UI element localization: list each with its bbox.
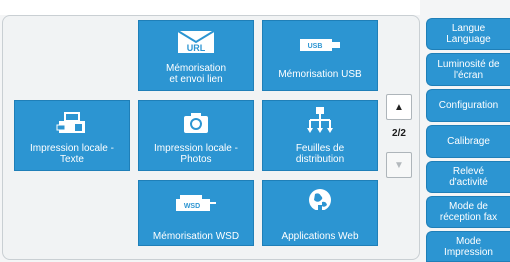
usb-drive-icon: USB	[300, 39, 340, 51]
page-down-button[interactable]: ▼	[386, 152, 412, 178]
tile-feuilles-distribution[interactable]: Feuilles de distribution	[262, 100, 378, 171]
envelope-url-icon: URL	[177, 30, 215, 53]
tile-label: Mémorisation USB	[278, 69, 362, 80]
tile-label: Applications Web	[281, 231, 359, 242]
sidebar-mode-impression[interactable]: Mode Impression	[426, 231, 510, 262]
printer-text-icon	[56, 112, 85, 133]
tile-applications-web[interactable]: Applications Web	[262, 180, 378, 246]
sidebar-calibrage[interactable]: Calibrage	[426, 125, 510, 158]
sidebar-configuration[interactable]: Configuration	[426, 89, 510, 122]
sidebar-mode-reception-fax[interactable]: Mode de réception fax	[426, 196, 510, 228]
tile-memorisation-usb[interactable]: USB Mémorisation USB	[262, 20, 378, 91]
tile-impression-texte[interactable]: Impression locale - Texte	[14, 100, 130, 171]
printer-home-screen: URL Mémorisation et envoi lien USB Mémor…	[0, 0, 510, 262]
tile-label: Impression locale - Photos	[154, 143, 238, 165]
sidebar-releve-activite[interactable]: Relevé d'activité	[426, 161, 510, 193]
sidebar-langue[interactable]: Langue Language	[426, 18, 510, 50]
wsd-scanner-icon: WSD	[176, 195, 216, 211]
svg-text:URL: URL	[187, 43, 206, 53]
sidebar-luminosite[interactable]: Luminosité de l'écran	[426, 53, 510, 86]
tile-label: Impression locale - Texte	[30, 143, 114, 165]
page-up-button[interactable]: ▲	[386, 94, 412, 120]
distribution-tree-icon	[307, 107, 333, 133]
tile-label: Mémorisation WSD	[152, 231, 240, 242]
tile-label: Feuilles de distribution	[295, 143, 345, 165]
tile-memorisation-envoi-lien[interactable]: URL Mémorisation et envoi lien	[138, 20, 254, 91]
globe-download-icon	[309, 189, 331, 216]
svg-text:WSD: WSD	[184, 203, 200, 210]
camera-icon	[184, 113, 208, 133]
top-strip	[0, 0, 420, 15]
svg-text:USB: USB	[308, 43, 323, 50]
page-indicator: 2/2	[392, 128, 406, 139]
tile-impression-photos[interactable]: Impression locale - Photos	[138, 100, 254, 171]
tile-memorisation-wsd[interactable]: WSD Mémorisation WSD	[138, 180, 254, 246]
tile-label: Mémorisation et envoi lien	[165, 63, 227, 85]
